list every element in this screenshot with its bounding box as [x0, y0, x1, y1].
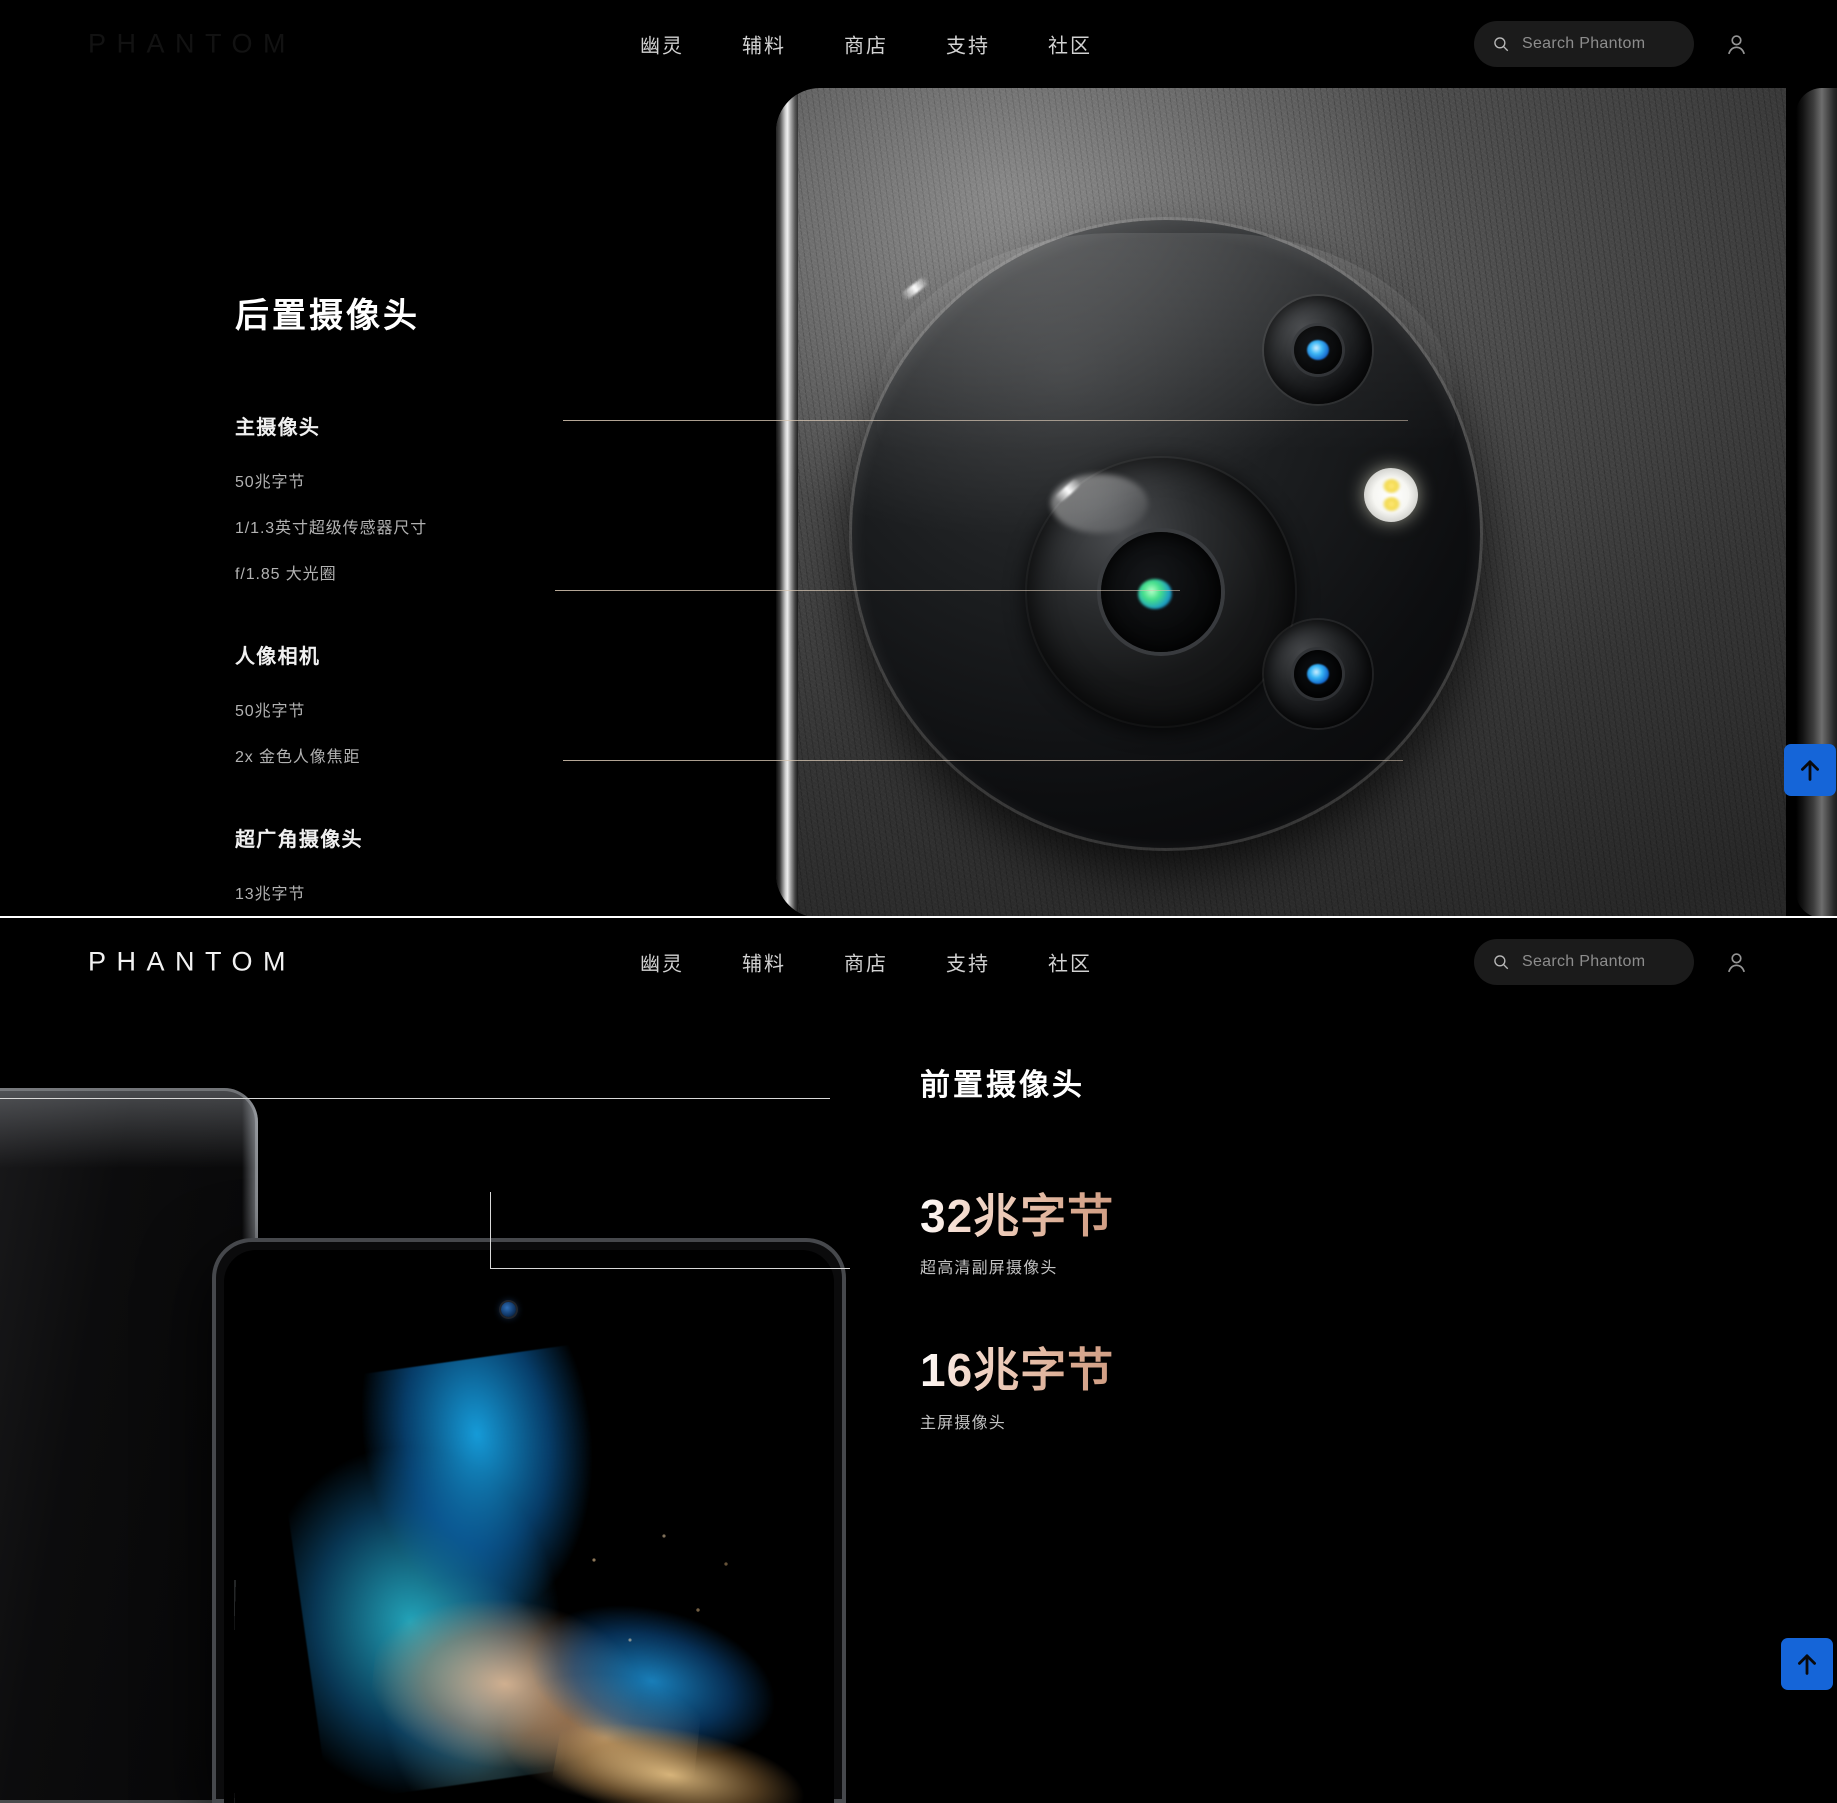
ultrawide-lens-inner [1294, 650, 1342, 698]
dual-led-flash [1364, 468, 1418, 522]
callout-line-main-camera-vertical [490, 1192, 491, 1268]
ultrawide-lens [1264, 620, 1372, 728]
phone-side-edge [776, 88, 798, 918]
spec-line: 50兆字节 [235, 703, 306, 720]
wallpaper-sparkle-particles [554, 1500, 754, 1700]
main-lens-inner [1101, 532, 1221, 652]
user-account-icon[interactable] [1724, 950, 1749, 975]
spec-line: 2x 金色人像焦距 [235, 749, 361, 766]
search-placeholder: Search Phantom [1522, 953, 1646, 970]
brand-logo[interactable]: PHANTOM [88, 29, 296, 60]
spec-line: f/1.85 大光圈 [235, 566, 337, 583]
spec-line: 50兆字节 [235, 474, 306, 491]
phone-screen-wallpaper [224, 1250, 834, 1803]
nav-item-support[interactable]: 支持 [946, 30, 990, 59]
brand-logo[interactable]: PHANTOM [88, 947, 296, 978]
front-spec-main-camera: 16兆字节 主屏摄像头 [920, 1346, 1114, 1432]
spec-group-portrait-camera: 人像相机 50兆字节 2x 金色人像焦距 [235, 640, 427, 767]
nav-right-group: Search Phantom [1474, 939, 1749, 985]
arrow-up-icon [1798, 1654, 1816, 1675]
callout-line-cover-camera [0, 1098, 830, 1099]
top-edge-strip [0, 0, 1837, 4]
nav-item-accessories[interactable]: 辅料 [742, 30, 786, 59]
nav-item-phantom[interactable]: 幽灵 [640, 948, 684, 977]
telephoto-lens [1264, 296, 1372, 404]
phone-main-screen-device [212, 1238, 846, 1803]
camera-module [852, 220, 1480, 848]
front-spec-panel: 前置摄像头 32兆字节 超高清副屏摄像头 16兆字节 主屏摄像头 [920, 1060, 1114, 1433]
nav-item-store[interactable]: 商店 [844, 948, 888, 977]
megapixel-value: 32兆字节 [920, 1190, 1115, 1242]
main-lens-glint [1053, 477, 1083, 504]
callout-line-main-camera [563, 420, 1408, 421]
spec-group-main-camera: 主摄像头 50兆字节 1/1.3英寸超级传感器尺寸 f/1.85 大光圈 [235, 411, 427, 584]
callout-line-center-lens [555, 590, 1180, 591]
rear-spec-panel: 后置摄像头 主摄像头 50兆字节 1/1.3英寸超级传感器尺寸 f/1.85 大… [235, 288, 427, 904]
spec-heading: 主摄像头 [235, 417, 321, 439]
telephoto-lens-inner [1294, 326, 1342, 374]
phone-back-image [758, 88, 1813, 918]
lens-flare-blue [1307, 340, 1329, 360]
megapixel-value: 16兆字节 [920, 1344, 1115, 1397]
front-camera-punch-hole [501, 1302, 516, 1317]
module-glint [900, 275, 930, 302]
nav-item-community[interactable]: 社区 [1048, 30, 1092, 59]
front-section-title: 前置摄像头 [920, 1069, 1085, 1102]
main-lens [1027, 458, 1295, 726]
nav-right-group: Search Phantom [1474, 21, 1749, 67]
megapixel-subtitle: 主屏摄像头 [920, 1414, 1007, 1432]
flash-led-bottom [1382, 496, 1400, 511]
section-divider [0, 916, 1837, 918]
front-spec-cover-camera: 32兆字节 超高清副屏摄像头 [920, 1192, 1114, 1278]
search-input[interactable]: Search Phantom [1474, 21, 1694, 67]
phone-back-panel [776, 88, 1786, 918]
search-icon [1494, 37, 1509, 52]
search-placeholder: Search Phantom [1522, 35, 1646, 52]
rear-section-title: 后置摄像头 [235, 297, 420, 335]
nav-item-community[interactable]: 社区 [1048, 948, 1092, 977]
front-camera-section: PHANTOM 幽灵 辅料 商店 支持 社区 Search Phantom [0, 918, 1837, 1803]
spec-line: 1/1.3英寸超级传感器尺寸 [235, 520, 428, 537]
spec-group-ultrawide-camera: 超广角摄像头 13兆字节 [235, 823, 427, 904]
user-account-icon[interactable] [1724, 32, 1749, 57]
nav-item-accessories[interactable]: 辅料 [742, 948, 786, 977]
scroll-to-top-button[interactable] [1781, 1638, 1833, 1690]
rear-camera-section: 后置摄像头 主摄像头 50兆字节 1/1.3英寸超级传感器尺寸 f/1.85 大… [0, 0, 1837, 918]
top-navbar-rear: PHANTOM 幽灵 辅料 商店 支持 社区 Search Phantom [0, 0, 1837, 88]
nav-item-phantom[interactable]: 幽灵 [640, 30, 684, 59]
callout-line-main-camera-horizontal [490, 1268, 850, 1269]
lens-flare-blue [1307, 664, 1329, 684]
search-input[interactable]: Search Phantom [1474, 939, 1694, 985]
top-navbar-front: PHANTOM 幽灵 辅料 商店 支持 社区 Search Phantom [0, 918, 1837, 1006]
flash-led-top [1382, 479, 1400, 494]
scroll-to-top-button[interactable] [1784, 744, 1836, 796]
nav-item-support[interactable]: 支持 [946, 948, 990, 977]
spec-heading: 人像相机 [235, 646, 321, 668]
megapixel-subtitle: 超高清副屏摄像头 [920, 1260, 1058, 1278]
arrow-up-icon [1801, 760, 1819, 781]
nav-links: 幽灵 辅料 商店 支持 社区 [640, 948, 1092, 977]
nav-item-store[interactable]: 商店 [844, 30, 888, 59]
spec-line: 13兆字节 [235, 886, 306, 903]
nav-links: 幽灵 辅料 商店 支持 社区 [640, 30, 1092, 59]
callout-line-portrait-camera [563, 760, 1403, 761]
lens-flare-green [1138, 579, 1172, 609]
spec-heading: 超广角摄像头 [235, 829, 363, 851]
search-icon [1494, 955, 1509, 970]
